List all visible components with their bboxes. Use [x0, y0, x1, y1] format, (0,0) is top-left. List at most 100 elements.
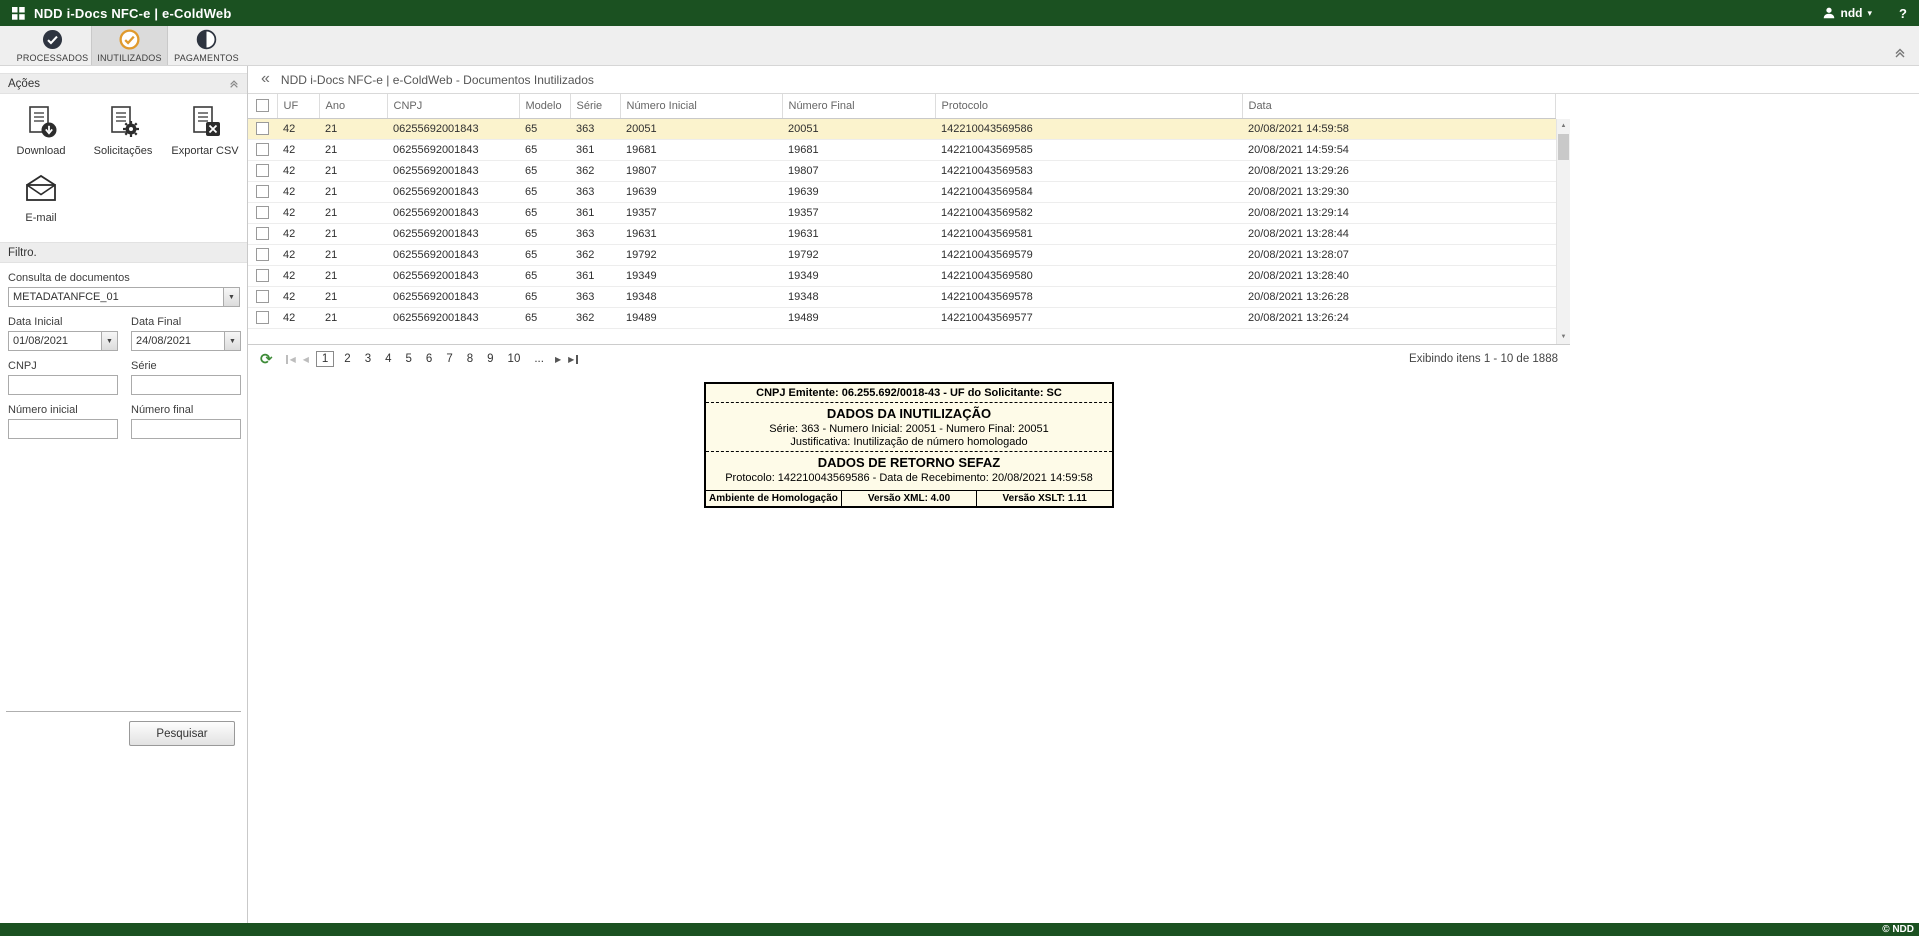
- table-cell: 362: [570, 307, 620, 328]
- apps-grid-icon[interactable]: [12, 7, 25, 20]
- page-9[interactable]: 9: [483, 351, 497, 367]
- collapse-ribbon-icon[interactable]: [1894, 47, 1906, 59]
- cnpj-input[interactable]: [8, 375, 118, 395]
- tab-pagamentos[interactable]: PAGAMENTOS: [168, 26, 245, 65]
- table-cell: 142210043569579: [935, 244, 1242, 265]
- table-cell: 19807: [782, 160, 935, 181]
- row-checkbox[interactable]: [256, 311, 269, 324]
- row-checkbox-cell: [248, 244, 277, 265]
- table-cell: 21: [319, 181, 387, 202]
- row-checkbox[interactable]: [256, 206, 269, 219]
- action-solicitacoes[interactable]: Solicitações: [82, 104, 164, 157]
- table-cell: 06255692001843: [387, 307, 519, 328]
- column-header-uf[interactable]: UF: [277, 94, 319, 118]
- collapse-sidebar-icon[interactable]: «: [261, 71, 270, 87]
- action-download[interactable]: Download: [0, 104, 82, 157]
- scroll-thumb[interactable]: [1558, 134, 1569, 160]
- documents-grid: UFAnoCNPJModeloSérieNúmero InicialNúmero…: [248, 94, 1570, 344]
- row-checkbox[interactable]: [256, 164, 269, 177]
- table-row[interactable]: 4221062556920018436536320051200511422100…: [248, 118, 1556, 139]
- chevron-down-icon[interactable]: ▼: [224, 332, 240, 350]
- user-menu[interactable]: ndd: [1841, 6, 1863, 20]
- page-4[interactable]: 4: [381, 351, 395, 367]
- page-10[interactable]: 10: [504, 351, 525, 367]
- column-header-numero-final[interactable]: Número Final: [782, 94, 935, 118]
- collapse-actions-icon[interactable]: [229, 79, 239, 89]
- column-header-serie[interactable]: Série: [570, 94, 620, 118]
- row-checkbox[interactable]: [256, 248, 269, 261]
- page-6[interactable]: 6: [422, 351, 436, 367]
- page-7[interactable]: 7: [442, 351, 456, 367]
- ribbon-tabs: PROCESSADOSINUTILIZADOS PAGAMENTOS: [0, 26, 1919, 66]
- sidebar: Ações DownloadSolicitaçõesExportar CSV E-…: [0, 66, 248, 923]
- row-checkbox[interactable]: [256, 227, 269, 240]
- next-page-icon[interactable]: ▶: [555, 355, 561, 364]
- scroll-down-icon[interactable]: ▼: [1557, 330, 1570, 344]
- table-row[interactable]: 4221062556920018436536119357193571422100…: [248, 202, 1556, 223]
- data-inicial-picker[interactable]: ▼: [8, 331, 118, 351]
- table-cell: 19681: [620, 139, 782, 160]
- table-row[interactable]: 4221062556920018436536119681196811422100…: [248, 139, 1556, 160]
- first-page-icon[interactable]: ◀: [286, 355, 296, 364]
- serie-input[interactable]: [131, 375, 241, 395]
- table-row[interactable]: 4221062556920018436536219807198071422100…: [248, 160, 1556, 181]
- page-ellipsis[interactable]: ...: [530, 351, 548, 367]
- action-exportar-csv[interactable]: Exportar CSV: [164, 104, 246, 157]
- help-icon[interactable]: ?: [1899, 6, 1907, 21]
- page-3[interactable]: 3: [361, 351, 375, 367]
- data-inicial-input[interactable]: [9, 332, 101, 350]
- row-checkbox[interactable]: [256, 290, 269, 303]
- user-caret-icon[interactable]: ▾: [1868, 8, 1873, 19]
- tab-inutilizados[interactable]: INUTILIZADOS: [91, 26, 168, 65]
- column-header-cnpj[interactable]: CNPJ: [387, 94, 519, 118]
- row-checkbox[interactable]: [256, 122, 269, 135]
- consulta-select[interactable]: ▼: [8, 287, 240, 307]
- prev-page-icon[interactable]: ◀: [303, 355, 309, 364]
- table-cell: 19639: [620, 181, 782, 202]
- data-final-input[interactable]: [132, 332, 224, 350]
- table-row[interactable]: 4221062556920018436536219489194891422100…: [248, 307, 1556, 328]
- scroll-up-icon[interactable]: ▲: [1557, 119, 1570, 133]
- table-row[interactable]: 4221062556920018436536319631196311422100…: [248, 223, 1556, 244]
- filter-panel: Consulta de documentos ▼ Data Inicial ▼ …: [0, 272, 247, 439]
- page-8[interactable]: 8: [463, 351, 477, 367]
- chevron-down-icon[interactable]: ▼: [223, 288, 239, 306]
- column-header-data[interactable]: Data: [1242, 94, 1556, 118]
- column-header-numero-inicial[interactable]: Número Inicial: [620, 94, 782, 118]
- row-checkbox[interactable]: [256, 185, 269, 198]
- column-header-modelo[interactable]: Modelo: [519, 94, 570, 118]
- refresh-icon[interactable]: ⟳: [260, 352, 273, 367]
- table-cell: 20/08/2021 14:59:58: [1242, 118, 1556, 139]
- vertical-scrollbar[interactable]: ▲ ▼: [1556, 119, 1570, 344]
- page-1[interactable]: 1: [316, 351, 334, 367]
- pesquisar-button[interactable]: Pesquisar: [129, 721, 235, 746]
- table-row[interactable]: 4221062556920018436536219792197921422100…: [248, 244, 1556, 265]
- row-checkbox[interactable]: [256, 269, 269, 282]
- cnpj-label: CNPJ: [8, 360, 118, 372]
- tab-processados[interactable]: PROCESSADOS: [14, 26, 91, 65]
- row-checkbox[interactable]: [256, 143, 269, 156]
- table-row[interactable]: 4221062556920018436536119349193491422100…: [248, 265, 1556, 286]
- page-5[interactable]: 5: [402, 351, 416, 367]
- table-cell: 06255692001843: [387, 160, 519, 181]
- actions-header: Ações: [0, 73, 247, 94]
- page-2[interactable]: 2: [340, 351, 354, 367]
- numero-final-input[interactable]: [131, 419, 241, 439]
- numero-inicial-input[interactable]: [8, 419, 118, 439]
- select-all-checkbox[interactable]: [256, 99, 269, 112]
- column-header-protocolo[interactable]: Protocolo: [935, 94, 1242, 118]
- table-cell: 21: [319, 286, 387, 307]
- filter-title: Filtro.: [8, 247, 37, 259]
- data-final-picker[interactable]: ▼: [131, 331, 241, 351]
- row-checkbox-cell: [248, 139, 277, 160]
- table-cell: 19348: [782, 286, 935, 307]
- table-row[interactable]: 4221062556920018436536319348193481422100…: [248, 286, 1556, 307]
- action-email[interactable]: E-mail: [0, 171, 82, 224]
- chevron-down-icon[interactable]: ▼: [101, 332, 117, 350]
- consulta-input[interactable]: [9, 288, 223, 306]
- tab-label: PAGAMENTOS: [174, 53, 239, 63]
- table-cell: 42: [277, 286, 319, 307]
- column-header-ano[interactable]: Ano: [319, 94, 387, 118]
- last-page-icon[interactable]: ▶: [568, 355, 578, 364]
- table-row[interactable]: 4221062556920018436536319639196391422100…: [248, 181, 1556, 202]
